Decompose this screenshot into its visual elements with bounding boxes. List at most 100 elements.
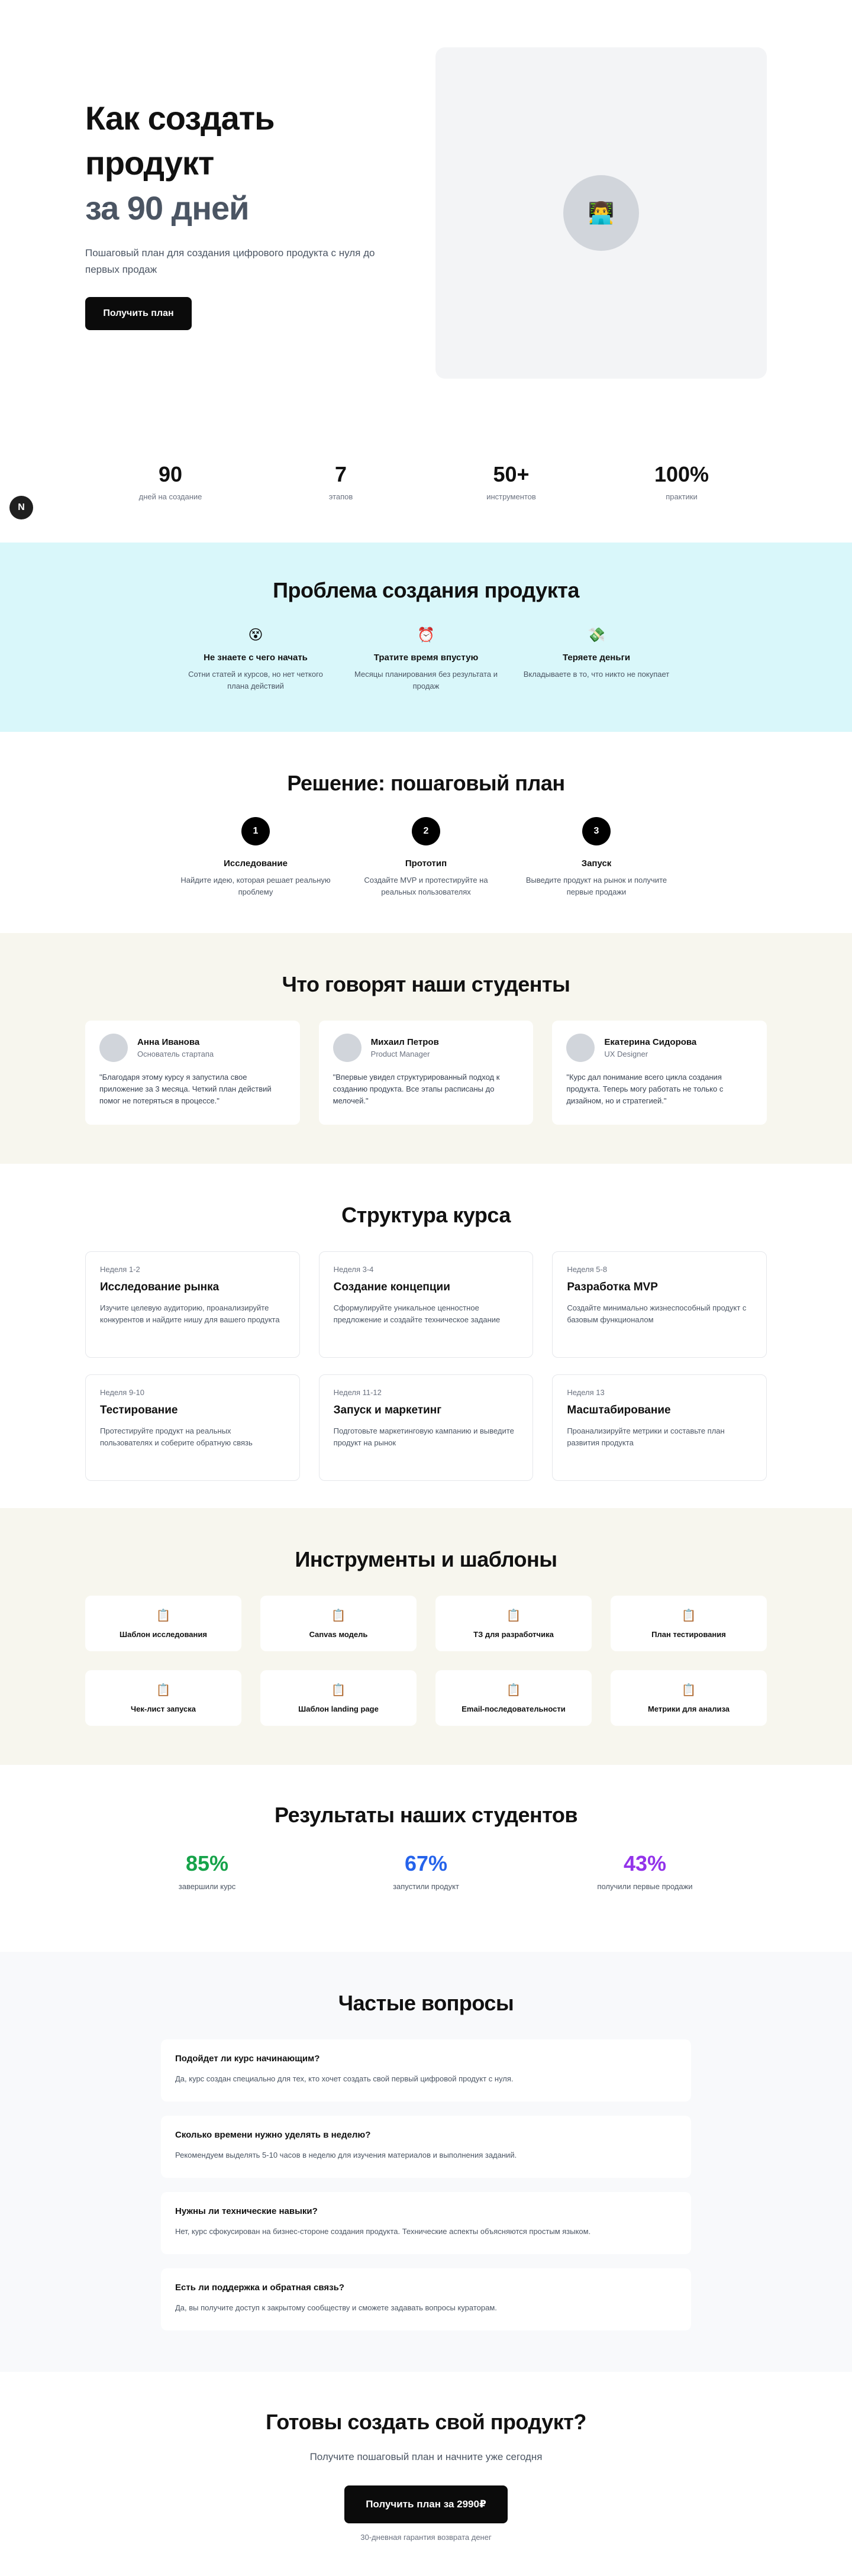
module-week: Неделя 9-10 <box>100 1388 144 1397</box>
module-text: Проанализируйте метрики и составьте план… <box>567 1426 725 1447</box>
avatar <box>333 1034 362 1062</box>
course-structure-section: Структура курса Неделя 1-2 Исследование … <box>0 1164 852 1508</box>
module-title: Запуск и маркетинг <box>333 1404 442 1416</box>
tool-card[interactable]: 📋 Метрики для анализа <box>611 1670 767 1726</box>
module-text: Создайте минимально жизнеспособный проду… <box>567 1303 747 1324</box>
faq-item[interactable]: Подойдет ли курс начинающим? Да, курс со… <box>161 2039 691 2102</box>
module-week: Неделя 5-8 <box>567 1265 608 1274</box>
tool-label: Canvas модель <box>309 1630 368 1639</box>
buy-plan-button[interactable]: Получить план за 2990₽ <box>344 2485 508 2523</box>
section-title: Проблема создания продукта <box>273 578 579 602</box>
avatar <box>99 1034 128 1062</box>
faq-answer: Рекомендуем выделять 5-10 часов в неделю… <box>175 2151 517 2159</box>
get-plan-button[interactable]: Получить план <box>85 297 192 330</box>
stat-label: практики <box>666 492 698 501</box>
step-text: Найдите идею, которая решает реальную пр… <box>180 876 331 896</box>
clipboard-icon: 📋 <box>506 1609 521 1622</box>
faq-question: Нужны ли технические навыки? <box>175 2206 318 2216</box>
module-title: Разработка MVP <box>567 1281 658 1293</box>
money-wings-icon: 💸 <box>588 627 605 643</box>
stat-label: этапов <box>328 492 353 501</box>
tool-label: Шаблон исследования <box>120 1630 207 1639</box>
result-label: получили первые продажи <box>597 1882 693 1891</box>
hero-section: Как создать продукт за 90 дней Пошаговый… <box>0 0 852 426</box>
faq-question: Подойдет ли курс начинающим? <box>175 2054 320 2064</box>
hero-title: Как создать продукт за 90 дней <box>85 96 417 231</box>
tool-card[interactable]: 📋 Шаблон landing page <box>260 1670 417 1726</box>
step-number: 1 <box>241 817 270 845</box>
cta-section: Готовы создать свой продукт? Получите по… <box>0 2372 852 2567</box>
problem-title: Не знаете с чего начать <box>204 653 308 663</box>
faq-section: Частые вопросы Подойдет ли курс начинающ… <box>0 1952 852 2372</box>
testimonial-card: Екатерина Сидорова UX Designer "Курс дал… <box>552 1021 767 1125</box>
tool-label: Чек-лист запуска <box>131 1705 196 1713</box>
module-title: Масштабирование <box>567 1404 671 1416</box>
result-label: запустили продукт <box>393 1882 459 1891</box>
testimonial-role: UX Designer <box>604 1050 648 1058</box>
tool-card[interactable]: 📋 ТЗ для разработчика <box>435 1596 592 1651</box>
step-number: 3 <box>582 817 611 845</box>
module-card: Неделя 5-8 Разработка MVP Создайте миним… <box>552 1251 767 1358</box>
guarantee-note: 30-дневная гарантия возврата денег <box>360 2533 492 2542</box>
step-text: Выведите продукт на рынок и получите пер… <box>525 876 667 896</box>
module-text: Изучите целевую аудиторию, проанализируй… <box>100 1303 280 1324</box>
tool-label: ТЗ для разработчика <box>473 1630 554 1639</box>
stat-label: дней на создание <box>138 492 202 501</box>
stat-item: 100% практики <box>596 461 767 501</box>
tool-card[interactable]: 📋 Canvas модель <box>260 1596 417 1651</box>
stat-value: 7 <box>334 462 347 486</box>
module-card: Неделя 13 Масштабирование Проанализируйт… <box>552 1374 767 1481</box>
faq-question: Есть ли поддержка и обратная связь? <box>175 2283 344 2293</box>
problem-title: Теряете деньги <box>562 653 631 663</box>
faq-item[interactable]: Нужны ли технические навыки? Нет, курс с… <box>161 2192 691 2254</box>
stat-value: 90 <box>158 462 183 486</box>
testimonials-section: Что говорят наши студенты Анна Иванова О… <box>0 933 852 1164</box>
hero-title-accent: за 90 дней <box>85 189 250 227</box>
developer-icon: 👨‍💻 <box>563 175 639 251</box>
tool-label: План тестирования <box>651 1630 726 1639</box>
module-card: Неделя 3-4 Создание концепции Сформулиру… <box>318 1251 534 1358</box>
module-week: Неделя 3-4 <box>333 1265 374 1274</box>
tool-label: Шаблон landing page <box>298 1705 379 1713</box>
stat-label: инструментов <box>486 492 536 501</box>
tool-card[interactable]: 📋 Шаблон исследования <box>85 1596 241 1651</box>
tool-card[interactable]: 📋 План тестирования <box>611 1596 767 1651</box>
faq-question: Сколько времени нужно уделять в неделю? <box>175 2130 371 2140</box>
cta-subtitle: Получите пошаговый план и начните уже се… <box>309 2451 543 2462</box>
faq-answer: Да, курс создан специально для тех, кто … <box>175 2074 514 2083</box>
step-item: 3 Запуск Выведите продукт на рынок и пол… <box>511 817 682 898</box>
testimonial-text: "Впервые увидел структурированный подход… <box>333 1073 500 1105</box>
testimonial-text: "Курс дал понимание всего цикла создания… <box>566 1073 724 1105</box>
tool-label: Email-последовательности <box>462 1705 566 1713</box>
faq-item[interactable]: Сколько времени нужно уделять в неделю? … <box>161 2116 691 2178</box>
avatar <box>566 1034 595 1062</box>
stat-item: 7 этапов <box>256 461 426 501</box>
problem-text: Вкладываете в то, что никто не покупает <box>523 670 670 679</box>
tool-card[interactable]: 📋 Чек-лист запуска <box>85 1670 241 1726</box>
module-week: Неделя 1-2 <box>100 1265 140 1274</box>
hero-title-line2: продукт <box>85 144 214 182</box>
section-title: Результаты наших студентов <box>274 1803 578 1827</box>
clipboard-icon: 📋 <box>156 1609 171 1622</box>
result-label: завершили курс <box>178 1882 236 1891</box>
stats-section: 90 дней на создание 7 этапов 50+ инструм… <box>0 426 852 543</box>
testimonial-card: Анна Иванова Основатель стартапа "Благод… <box>85 1021 300 1125</box>
module-text: Подготовьте маркетинговую кампанию и выв… <box>333 1426 514 1447</box>
testimonial-card: Михаил Петров Product Manager "Впервые у… <box>318 1021 534 1125</box>
testimonial-role: Основатель стартапа <box>137 1050 214 1058</box>
result-item: 67% запустили продукт <box>317 1851 535 1891</box>
module-title: Тестирование <box>100 1404 178 1416</box>
module-title: Исследование рынка <box>100 1281 220 1293</box>
result-item: 85% завершили курс <box>98 1851 317 1891</box>
faq-answer: Да, вы получите доступ к закрытому сообщ… <box>175 2303 497 2312</box>
tool-card[interactable]: 📋 Email-последовательности <box>435 1670 592 1726</box>
section-title: Готовы создать свой продукт? <box>266 2410 586 2434</box>
tools-section: Инструменты и шаблоны 📋 Шаблон исследован… <box>0 1508 852 1765</box>
hero-title-line1: Как создать <box>85 99 275 137</box>
results-section: Результаты наших студентов 85% завершили… <box>0 1765 852 1952</box>
step-title: Прототип <box>405 858 447 869</box>
step-item: 2 Прототип Создайте MVP и протестируйте … <box>341 817 511 898</box>
stat-value: 100% <box>654 462 709 486</box>
faq-item[interactable]: Есть ли поддержка и обратная связь? Да, … <box>161 2268 691 2330</box>
step-title: Запуск <box>581 858 612 869</box>
